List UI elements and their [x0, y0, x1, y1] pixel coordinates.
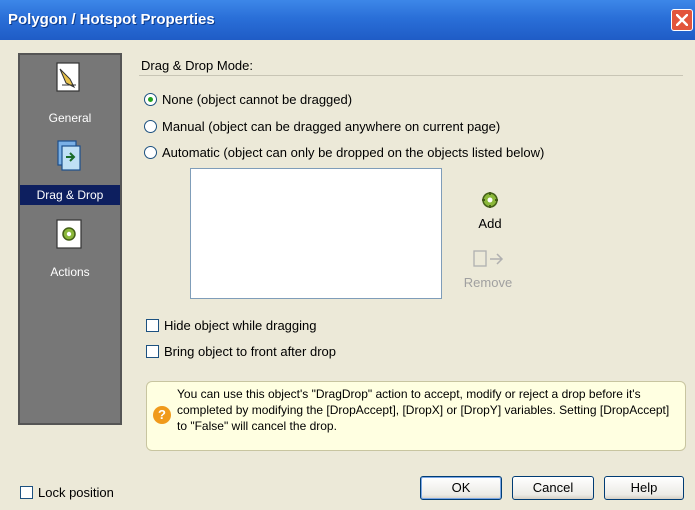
title-bar: Polygon / Hotspot Properties	[0, 0, 695, 40]
lock-position-label: Lock position	[38, 485, 114, 500]
add-label: Add	[478, 216, 502, 231]
close-button[interactable]	[671, 9, 693, 31]
add-icon	[482, 192, 498, 208]
window-title: Polygon / Hotspot Properties	[8, 11, 215, 28]
info-text: You can use this object's "DragDrop" act…	[177, 387, 670, 433]
sidebar-item-general[interactable]: General	[20, 55, 120, 135]
ok-button[interactable]: OK	[420, 476, 502, 500]
sidebar-item-label: General	[48, 111, 92, 125]
radio-button[interactable]	[144, 146, 157, 159]
category-sidebar: General Drag & Drop Actions	[18, 53, 122, 425]
add-button[interactable]: Add	[472, 190, 508, 232]
group-label: Drag & Drop Mode:	[141, 58, 253, 73]
general-icon	[56, 62, 80, 92]
cancel-button[interactable]: Cancel	[512, 476, 594, 500]
question-icon: ?	[153, 406, 171, 424]
close-icon	[676, 14, 688, 26]
remove-label: Remove	[463, 275, 513, 290]
help-button[interactable]: Help	[604, 476, 684, 500]
radio-button[interactable]	[144, 120, 157, 133]
drag-drop-icon	[57, 140, 81, 171]
remove-button[interactable]: Remove	[456, 248, 520, 292]
checkbox[interactable]	[20, 486, 33, 499]
info-tip-box: ? You can use this object's "DragDrop" a…	[146, 381, 686, 451]
radio-label: None (object cannot be dragged)	[162, 92, 353, 107]
radio-button[interactable]	[144, 93, 157, 106]
sidebar-item-actions[interactable]: Actions	[20, 215, 120, 295]
sidebar-item-label: Actions	[50, 265, 90, 279]
checkbox-label: Bring object to front after drop	[164, 344, 336, 359]
sidebar-item-drag-drop[interactable]: Drag & Drop	[20, 135, 120, 215]
checkbox-label: Hide object while dragging	[164, 318, 317, 333]
remove-icon	[473, 250, 504, 267]
checkbox[interactable]	[146, 319, 159, 332]
drag-drop-mode-header: Drag & Drop Mode:	[139, 56, 683, 76]
drop-targets-list[interactable]	[190, 168, 442, 299]
checkbox[interactable]	[146, 345, 159, 358]
sidebar-item-label: Drag & Drop	[20, 185, 120, 205]
radio-label: Automatic (object can only be dropped on…	[162, 145, 545, 160]
actions-icon	[56, 219, 82, 249]
radio-label: Manual (object can be dragged anywhere o…	[162, 119, 501, 134]
